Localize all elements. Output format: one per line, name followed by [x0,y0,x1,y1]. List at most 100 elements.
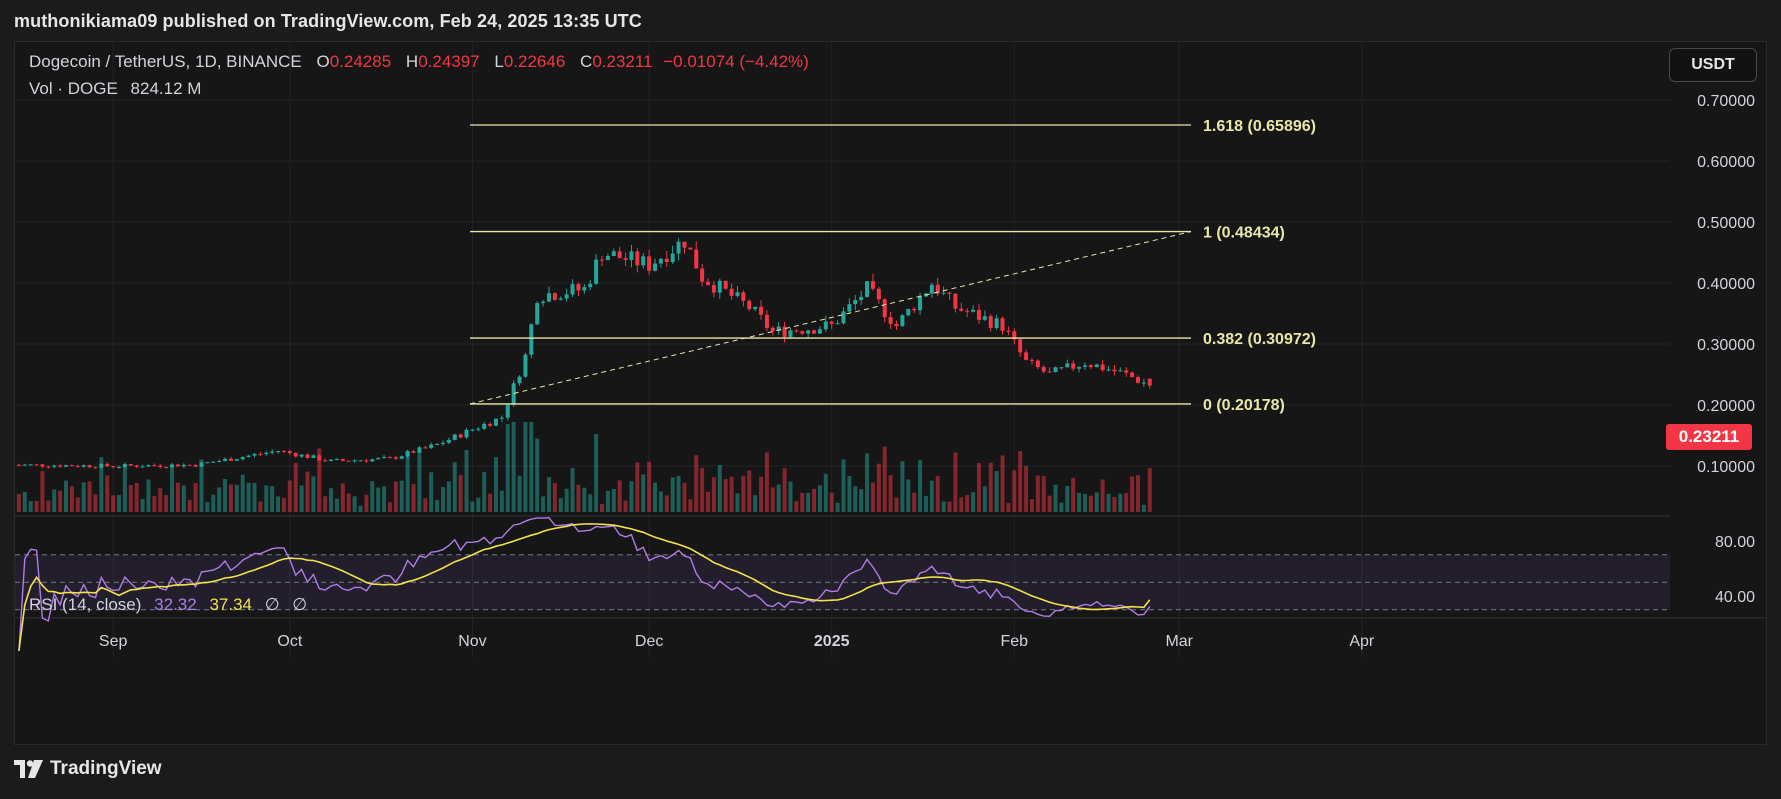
volume-bar [1112,497,1117,512]
volume-bar [69,486,74,512]
candle-body [34,464,39,466]
candle-body [223,458,228,461]
candle-body [246,455,251,458]
candle-body [199,462,204,467]
volume-bar [399,480,404,512]
open-label: O [316,52,330,71]
volume-bar [1041,476,1046,512]
candle-body [918,296,923,311]
volume-bar [217,487,222,512]
volume-bar [482,471,487,512]
rsi-label[interactable]: RSI (14, close) [29,595,141,614]
price-axis-label: 0.10000 [1697,459,1755,476]
candle-body [753,306,758,310]
volume-bar [223,478,228,512]
candle-body [841,311,846,324]
volume-bar [994,471,999,512]
candle-body [446,439,451,443]
footer-brand[interactable]: TradingView [14,758,162,780]
fib-trend-line [469,231,1192,405]
rsi-axis-label: 80.00 [1715,534,1755,551]
volume-bar [1059,502,1064,512]
candle-body [517,376,522,384]
volume-bar [1106,493,1111,512]
candle-body [276,451,281,453]
volume-bar [187,499,192,512]
volume-bar [128,485,133,512]
close-value: 0.23211 [592,52,653,71]
candle-body [617,251,622,259]
candle-body [1006,330,1011,332]
volume-bar [870,482,875,512]
volume-bar [923,495,928,512]
candle-body [582,287,587,291]
currency-button[interactable]: USDT [1669,48,1757,82]
candle-body [658,258,663,264]
candle-body [611,251,616,256]
volume-bar [1035,475,1040,512]
candle-body [888,317,893,324]
candle-body [340,459,345,461]
volume-bar [552,483,557,512]
volume-bar [829,492,834,512]
chart-canvas[interactable]: 1.618 (0.65896) 1 (0.48434) 0.382 (0.30972… [15,42,1766,744]
volume-bar [570,468,575,512]
volume-bar [976,463,981,512]
candle-body [435,444,440,446]
candle-body [706,281,711,285]
candle-body [234,459,239,461]
time-axis-label: 2025 [814,633,850,650]
volume-bar [700,467,705,512]
volume-bar [340,483,345,512]
volume-bar [965,494,970,512]
candle-body [670,253,675,263]
volume-bar [175,482,180,512]
candle-body [152,465,157,467]
candle-body [464,429,469,438]
volume-bar [853,486,858,512]
volume-bar [34,501,39,512]
candle-body [93,467,98,469]
candle-body [988,316,993,328]
candle-body [293,453,298,457]
volume-bar [1100,479,1105,512]
candle-body [676,241,681,254]
footer-brand-text: TradingView [50,758,162,779]
candle-body [287,451,292,454]
candle-body [906,308,911,316]
volume-bar [281,497,286,512]
candle-body [1024,352,1029,360]
candle-body [193,464,198,467]
candle-body [759,306,764,315]
volume-bar [812,489,817,512]
volume-bar [234,484,239,512]
volume-bar [423,498,428,512]
volume-bar [323,496,328,512]
candle-body [281,451,286,453]
candle-body [352,460,357,462]
candle-body [876,288,881,300]
volume-bar [841,459,846,512]
candle-body [393,457,398,459]
candle-body [717,280,722,293]
candle-body [882,299,887,318]
candle-body [700,268,705,282]
last-price-tag: 0.23211 [1666,424,1752,450]
time-axis-label: Oct [277,633,302,650]
candle-body [741,292,746,301]
volume-bar [982,486,987,512]
volume-bar [670,477,675,512]
candle-body [181,464,186,467]
volume-bar [28,501,33,512]
volume-bar [1024,465,1029,512]
candle-body [429,444,434,448]
volume-bar [240,474,245,512]
volume-bar [1000,455,1005,512]
volume-bar [75,497,80,512]
chart-frame[interactable]: 1.618 (0.65896) 1 (0.48434) 0.382 (0.30972… [14,41,1767,745]
volume-bar [1118,493,1123,512]
candle-body [511,383,516,405]
candle-body [69,465,74,467]
symbol-title[interactable]: Dogecoin / TetherUS, 1D, BINANCE [29,52,302,71]
volume-bar [370,481,375,512]
